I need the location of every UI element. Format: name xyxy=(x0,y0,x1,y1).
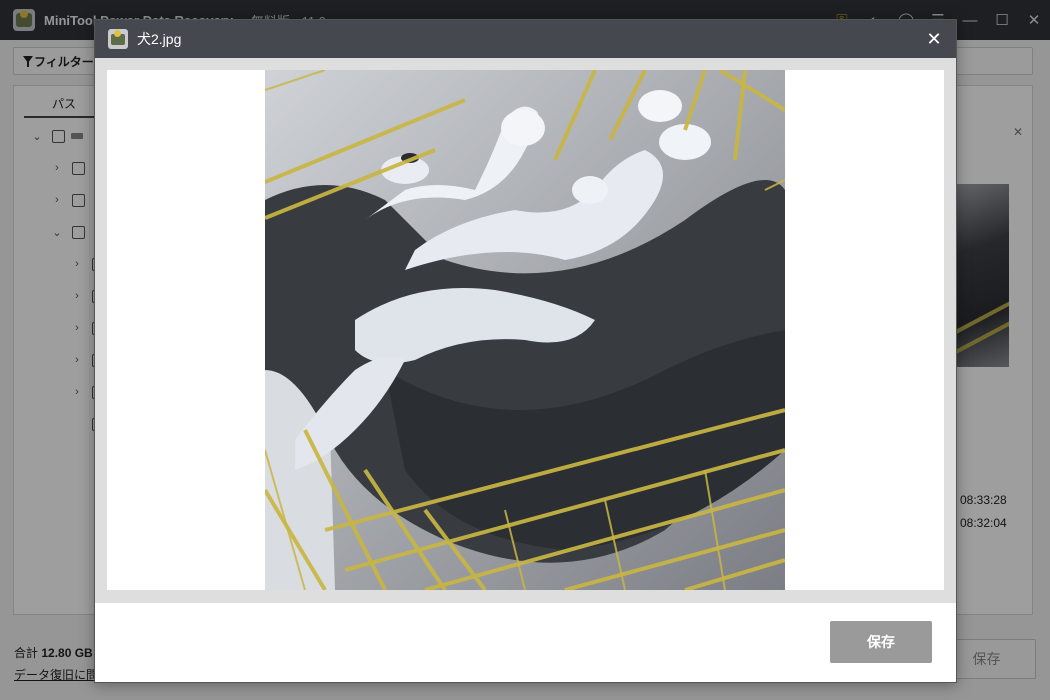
close-icon[interactable]: ✕ xyxy=(924,28,944,50)
image-viewer xyxy=(95,58,956,603)
preview-dialog: 犬2.jpg ✕ 保存 xyxy=(94,19,957,683)
image-canvas xyxy=(107,70,944,590)
image-file-icon xyxy=(108,29,128,49)
preview-dialog-title: 犬2.jpg xyxy=(137,31,182,47)
preview-image xyxy=(265,70,785,590)
save-button[interactable]: 保存 xyxy=(830,621,932,663)
preview-dialog-header: 犬2.jpg ✕ xyxy=(95,20,956,58)
preview-dialog-footer: 保存 xyxy=(95,603,956,682)
